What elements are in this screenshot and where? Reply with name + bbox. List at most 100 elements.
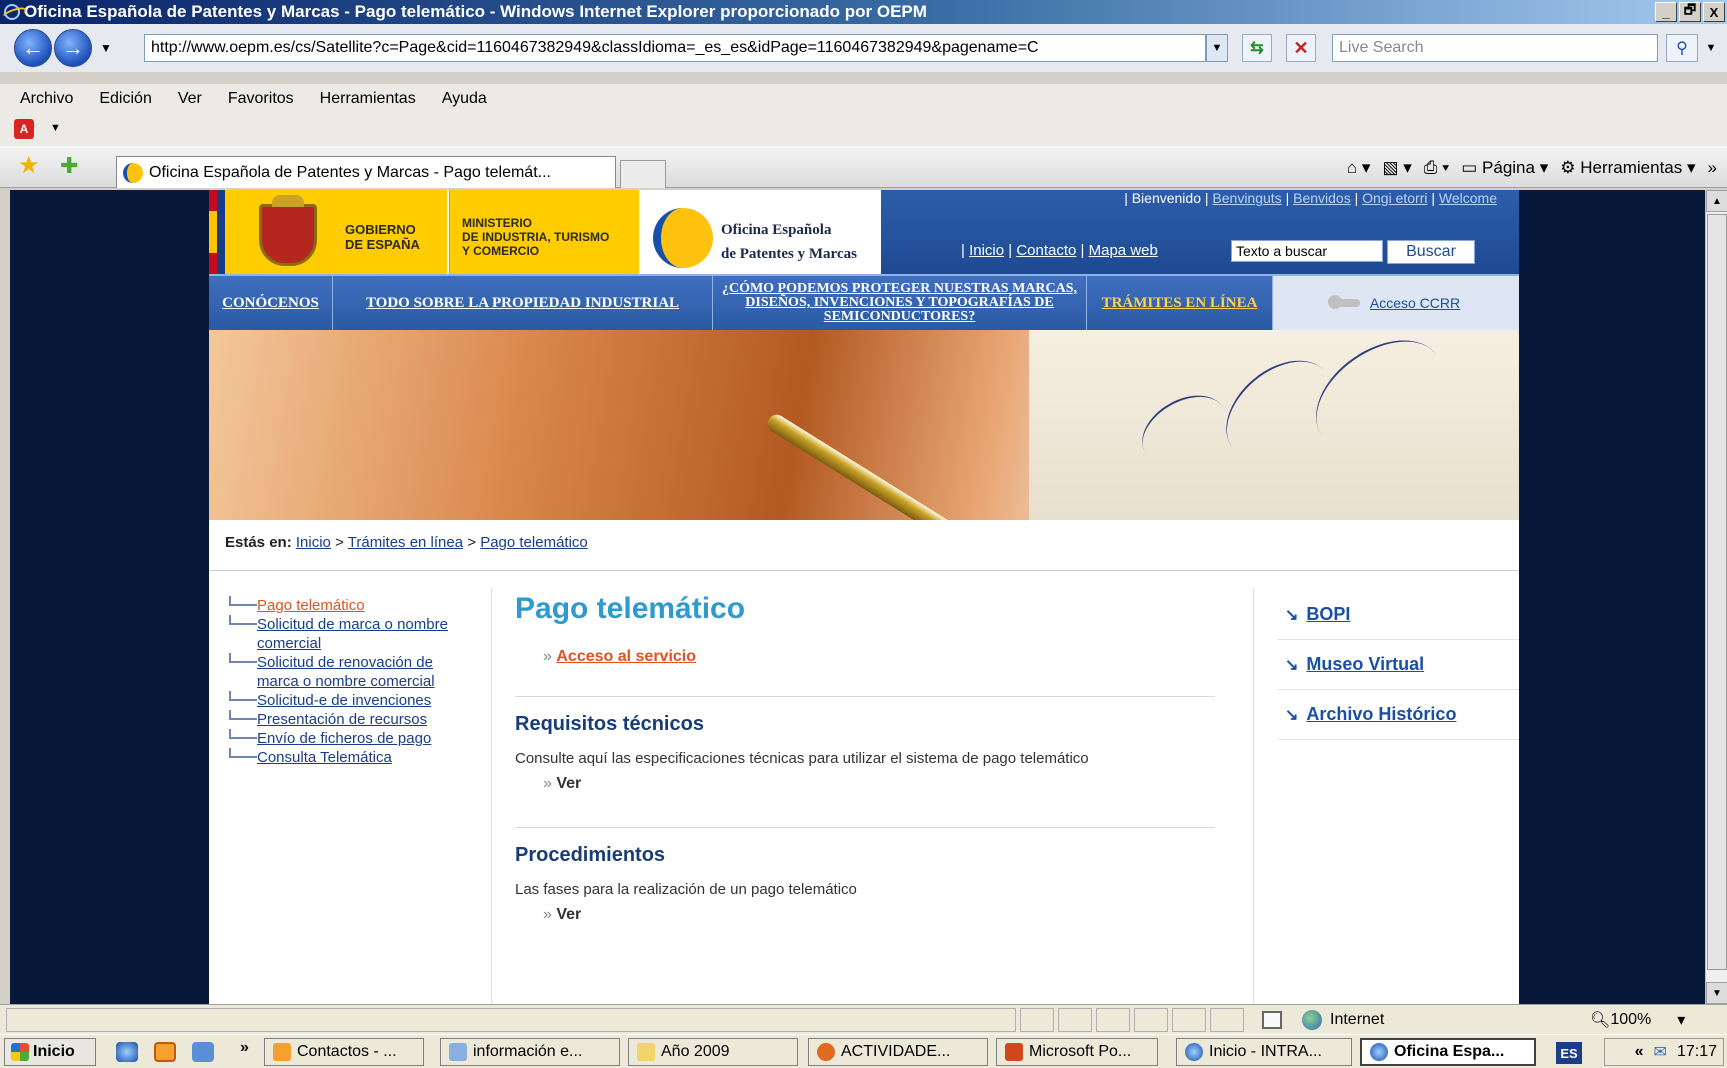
new-tab-button[interactable]	[620, 160, 666, 188]
site-search-button[interactable]: Buscar	[1387, 240, 1475, 264]
gob-line2: DE ESPAÑA	[345, 237, 420, 252]
quicklaunch-more[interactable]: »	[240, 1039, 249, 1057]
search-options-dropdown-icon[interactable]: ▼	[1700, 34, 1722, 62]
scroll-thumb[interactable]	[1707, 214, 1727, 970]
contacto-link[interactable]: Contacto	[1016, 242, 1076, 259]
pdf-icon[interactable]: A	[14, 119, 34, 139]
left-nav-solicitud-marca[interactable]: Solicitud de marca o nombre comercial	[257, 615, 469, 653]
print-icon[interactable]: ⎙ ▾	[1424, 158, 1449, 178]
museo-virtual-link[interactable]: Museo Virtual	[1306, 654, 1424, 675]
address-dropdown-icon[interactable]: ▼	[1206, 34, 1228, 62]
inicio-link[interactable]: Inicio	[969, 242, 1004, 259]
breadcrumb-inicio[interactable]: Inicio	[296, 534, 331, 551]
lang-link-galician[interactable]: Benvidos	[1293, 190, 1351, 206]
site-search-input[interactable]: Texto a buscar	[1231, 240, 1383, 262]
search-icon[interactable]: ⚲	[1666, 34, 1698, 62]
clock[interactable]: 17:17	[1677, 1043, 1717, 1061]
pdf-dropdown-icon[interactable]: ▼	[50, 122, 61, 134]
more-commands-button[interactable]: »	[1708, 158, 1717, 178]
quicklaunch-ie-icon[interactable]	[116, 1042, 138, 1062]
tray-expand-icon[interactable]: «	[1635, 1043, 1644, 1061]
security-zone[interactable]: Internet	[1302, 1010, 1384, 1030]
left-nav-recursos[interactable]: Presentación de recursos	[257, 710, 427, 729]
history-dropdown-icon[interactable]: ▼	[100, 41, 112, 55]
minimize-button[interactable]: _	[1655, 2, 1677, 22]
mapa-web-link[interactable]: Mapa web	[1089, 242, 1158, 259]
lang-link-english[interactable]: Welcome	[1439, 190, 1497, 206]
procedimientos-ver-link[interactable]: Ver	[556, 906, 581, 923]
home-icon[interactable]: ⌂ ▾	[1347, 158, 1371, 178]
left-nav-renovacion[interactable]: Solicitud de renovación de marca o nombr…	[257, 653, 469, 691]
taskbar-button-actividades[interactable]: ACTIVIDADE...	[808, 1038, 988, 1066]
forward-button[interactable]: →	[54, 29, 92, 67]
close-button[interactable]: X	[1703, 2, 1725, 22]
page-menu[interactable]: ▭ Página ▾	[1461, 158, 1548, 178]
taskbar-button-informacion[interactable]: información e...	[440, 1038, 620, 1066]
acceso-al-servicio-link[interactable]: Acceso al servicio	[556, 648, 696, 665]
address-bar[interactable]: http://www.oepm.es/cs/Satellite?c=Page&c…	[144, 34, 1206, 62]
taskbar: Inicio » Contactos - ... información e..…	[0, 1034, 1727, 1068]
nav-como-proteger[interactable]: ¿CÓMO PODEMOS PROTEGER NUESTRAS MARCAS, …	[713, 276, 1087, 330]
favorites-star-icon[interactable]: ★	[18, 154, 40, 178]
ministerio-logo[interactable]: MINISTERIO DE INDUSTRIA, TURISMO Y COMER…	[449, 190, 639, 274]
zoom-control[interactable]: 🔍︎ 100% ▾	[1590, 1010, 1685, 1030]
nav-conocenos[interactable]: CONÓCENOS	[209, 276, 333, 330]
language-indicator[interactable]: ES	[1556, 1042, 1582, 1064]
taskbar-button-ano-2009[interactable]: Año 2009	[628, 1038, 798, 1066]
scroll-down-icon[interactable]: ▼	[1706, 982, 1727, 1004]
menu-herramientas[interactable]: Herramientas	[320, 90, 416, 108]
menu-edicion[interactable]: Edición	[99, 90, 151, 108]
nav-tramites-en-linea[interactable]: TRÁMITES EN LÍNEA	[1087, 276, 1273, 330]
browser-tab[interactable]: Oficina Española de Patentes y Marcas - …	[116, 156, 616, 188]
requisitos-ver-link[interactable]: Ver	[556, 775, 581, 792]
left-nav-consulta[interactable]: Consulta Telemática	[257, 748, 392, 767]
add-favorites-icon[interactable]: ✚	[60, 155, 78, 177]
taskbar-button-powerpoint[interactable]: Microsoft Po...	[996, 1038, 1158, 1066]
lang-link-basque[interactable]: Ongi etorri	[1362, 190, 1427, 206]
gobierno-logo[interactable]: GOBIERNO DE ESPAÑA	[209, 190, 447, 274]
menu-favoritos[interactable]: Favoritos	[228, 90, 294, 108]
acceso-ccrr-label: Acceso CCRR	[1369, 295, 1461, 311]
menu-ayuda[interactable]: Ayuda	[442, 90, 487, 108]
scroll-up-icon[interactable]: ▲	[1706, 190, 1727, 212]
quicklaunch-outlook-icon[interactable]	[154, 1042, 176, 1062]
taskbar-button-contactos[interactable]: Contactos - ...	[264, 1038, 424, 1066]
breadcrumb-pago[interactable]: Pago telemático	[480, 534, 588, 551]
refresh-button[interactable]: ⇆	[1242, 34, 1272, 62]
arrow-down-right-icon: ↘	[1285, 706, 1299, 724]
quicklaunch-desktop-icon[interactable]	[192, 1042, 214, 1062]
archivo-historico-link[interactable]: Archivo Histórico	[1306, 704, 1456, 725]
status-text-area	[6, 1008, 1016, 1032]
lang-link-catalan[interactable]: Benvinguts	[1212, 190, 1281, 206]
right-links: ↘ BOPI ↘ Museo Virtual ↘ Archivo Histórico	[1277, 590, 1519, 740]
feeds-icon[interactable]: ▧ ▾	[1382, 158, 1411, 178]
nav-acceso-ccrr[interactable]: Acceso CCRR	[1273, 276, 1519, 330]
web-page: GOBIERNO DE ESPAÑA MINISTERIO DE INDUSTR…	[209, 190, 1519, 1004]
menu-archivo[interactable]: Archivo	[20, 90, 73, 108]
taskbar-button-intranet[interactable]: Inicio - INTRA...	[1176, 1038, 1352, 1066]
live-search-input[interactable]: Live Search	[1332, 34, 1658, 62]
protected-mode-icon[interactable]	[1262, 1011, 1282, 1029]
back-button[interactable]: ←	[14, 29, 52, 67]
nav-propiedad-industrial[interactable]: TODO SOBRE LA PROPIEDAD INDUSTRIAL	[333, 276, 713, 330]
vertical-scrollbar[interactable]: ▲ ▼	[1705, 190, 1727, 1004]
ie-icon	[1185, 1043, 1203, 1061]
left-nav: Pago telemático Solicitud de marca o nom…	[229, 596, 469, 767]
maximize-button[interactable]: 🗗	[1679, 2, 1701, 22]
left-nav-ficheros-pago[interactable]: Envío de ficheros de pago	[257, 729, 431, 748]
left-nav-pago-telematico[interactable]: Pago telemático	[257, 596, 365, 615]
zoom-dropdown-icon[interactable]: ▾	[1677, 1010, 1685, 1030]
tab-row: ★ ✚ Oficina Española de Patentes y Marca…	[0, 146, 1727, 188]
procedimientos-ver-row: » Ver	[515, 906, 1215, 924]
taskbar-button-oficina[interactable]: Oficina Espa...	[1360, 1038, 1536, 1066]
oepm-logo[interactable]: Oficina Española de Patentes y Marcas	[639, 190, 881, 274]
left-nav-invenciones[interactable]: Solicitud-e de invenciones	[257, 691, 431, 710]
bopi-link[interactable]: BOPI	[1306, 604, 1350, 625]
stop-button[interactable]: ✕	[1286, 34, 1316, 62]
menu-ver[interactable]: Ver	[178, 90, 202, 108]
min-line2: DE INDUSTRIA, TURISMO	[462, 230, 610, 244]
tools-menu[interactable]: ⚙ Herramientas ▾	[1560, 158, 1695, 178]
start-button[interactable]: Inicio	[4, 1038, 96, 1066]
breadcrumb-tramites[interactable]: Trámites en línea	[348, 534, 463, 551]
mail-icon[interactable]: ✉	[1654, 1042, 1667, 1062]
